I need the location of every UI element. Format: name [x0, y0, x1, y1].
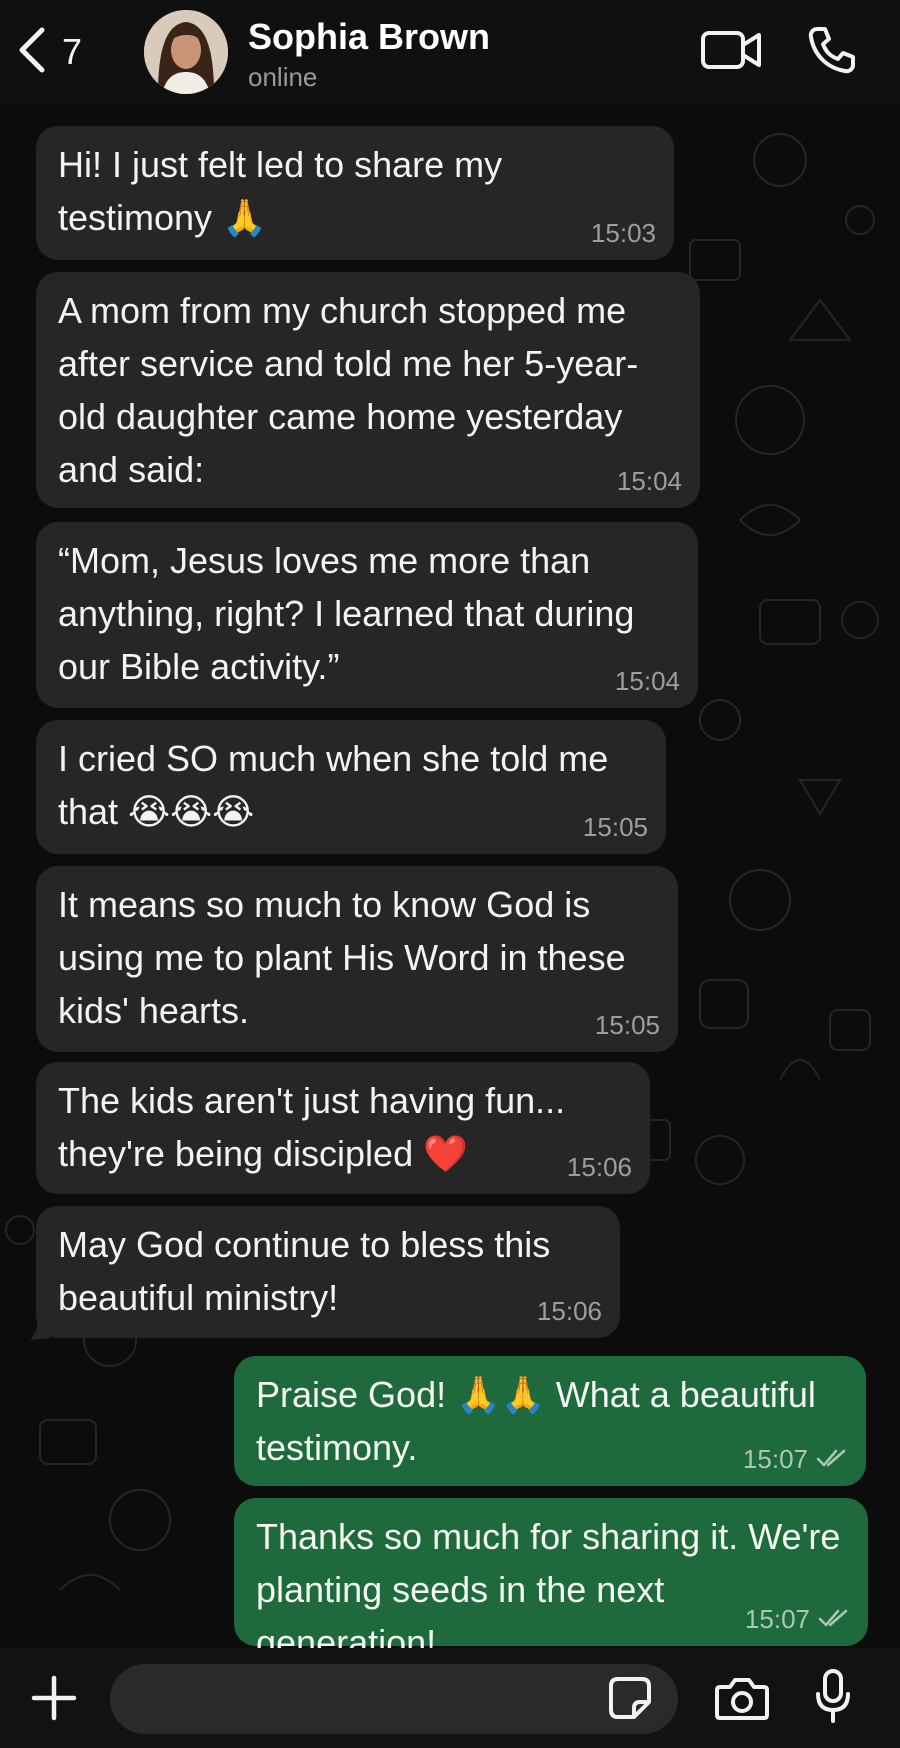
message-time: 15:06 — [536, 1296, 602, 1326]
message-time: 15:07 — [743, 1444, 848, 1474]
message-text: A mom from my church stopped me after se… — [58, 290, 639, 490]
message-bubble-incoming[interactable]: The kids aren't just having fun... they'… — [36, 1062, 650, 1194]
microphone-icon — [813, 1668, 853, 1729]
message-text: May God continue to bless this beautiful… — [58, 1224, 551, 1318]
message-bubble-incoming[interactable]: It means so much to know God is using me… — [36, 866, 678, 1052]
message-time: 15:04 — [614, 666, 680, 696]
message-time: 15:05 — [594, 1010, 660, 1040]
message-input[interactable] — [110, 1664, 678, 1734]
sticker-button[interactable] — [604, 1676, 656, 1724]
contact-status: online — [248, 62, 318, 92]
message-text: “Mom, Jesus loves me more than anything,… — [58, 540, 635, 687]
message-text: Hi! I just felt led to share my testimon… — [58, 144, 503, 238]
plus-icon — [31, 1675, 77, 1726]
message-time: 15:05 — [582, 812, 648, 842]
message-bubble-outgoing[interactable]: Thanks so much for sharing it. We're pla… — [234, 1498, 868, 1663]
message-bubble-incoming[interactable]: Hi! I just felt led to share my testimon… — [36, 126, 674, 260]
message-time: 15:04 — [616, 466, 682, 496]
unread-count: 7 — [62, 31, 83, 72]
composer-bar — [0, 1648, 900, 1748]
message-bubble-incoming[interactable]: A mom from my church stopped me after se… — [36, 272, 700, 508]
message-time: 15:07 — [745, 1604, 850, 1634]
bubble-tail — [30, 1318, 50, 1340]
message-bubble-incoming[interactable]: I cried SO much when she told me that 😭😭… — [36, 720, 666, 854]
chevron-left-icon — [16, 26, 48, 79]
video-camera-icon — [701, 29, 763, 76]
voice-message-button[interactable] — [806, 1668, 860, 1728]
message-text: It means so much to know God is using me… — [58, 884, 626, 1031]
camera-icon — [714, 1675, 770, 1726]
message-text: I cried SO much when she told me that 😭😭… — [58, 738, 609, 832]
voice-call-button[interactable] — [800, 24, 864, 80]
message-time: 15:06 — [566, 1152, 632, 1182]
message-text: The kids aren't just having fun... they'… — [58, 1080, 566, 1174]
double-check-icon — [816, 1444, 848, 1474]
message-time: 15:03 — [590, 218, 656, 248]
avatar[interactable] — [144, 10, 228, 94]
chat-header: 7 Sophia Brown online — [0, 0, 900, 104]
double-check-icon — [818, 1604, 850, 1634]
phone-icon — [807, 25, 857, 80]
chat-screen: 7 Sophia Brown online Hi! I just felt le… — [0, 0, 900, 1748]
contact-name[interactable]: Sophia Brown — [248, 16, 490, 58]
back-button[interactable]: 7 — [16, 22, 82, 82]
message-bubble-outgoing[interactable]: Praise God! 🙏🙏 What a beautiful testimon… — [234, 1356, 866, 1486]
video-call-button[interactable] — [700, 24, 764, 80]
camera-button[interactable] — [710, 1672, 774, 1728]
message-text: Thanks so much for sharing it. We're pla… — [256, 1516, 841, 1663]
message-bubble-incoming[interactable]: May God continue to bless this beautiful… — [36, 1206, 620, 1338]
attach-button[interactable] — [26, 1672, 82, 1728]
message-bubble-incoming[interactable]: “Mom, Jesus loves me more than anything,… — [36, 522, 698, 708]
sticker-icon — [608, 1676, 652, 1725]
